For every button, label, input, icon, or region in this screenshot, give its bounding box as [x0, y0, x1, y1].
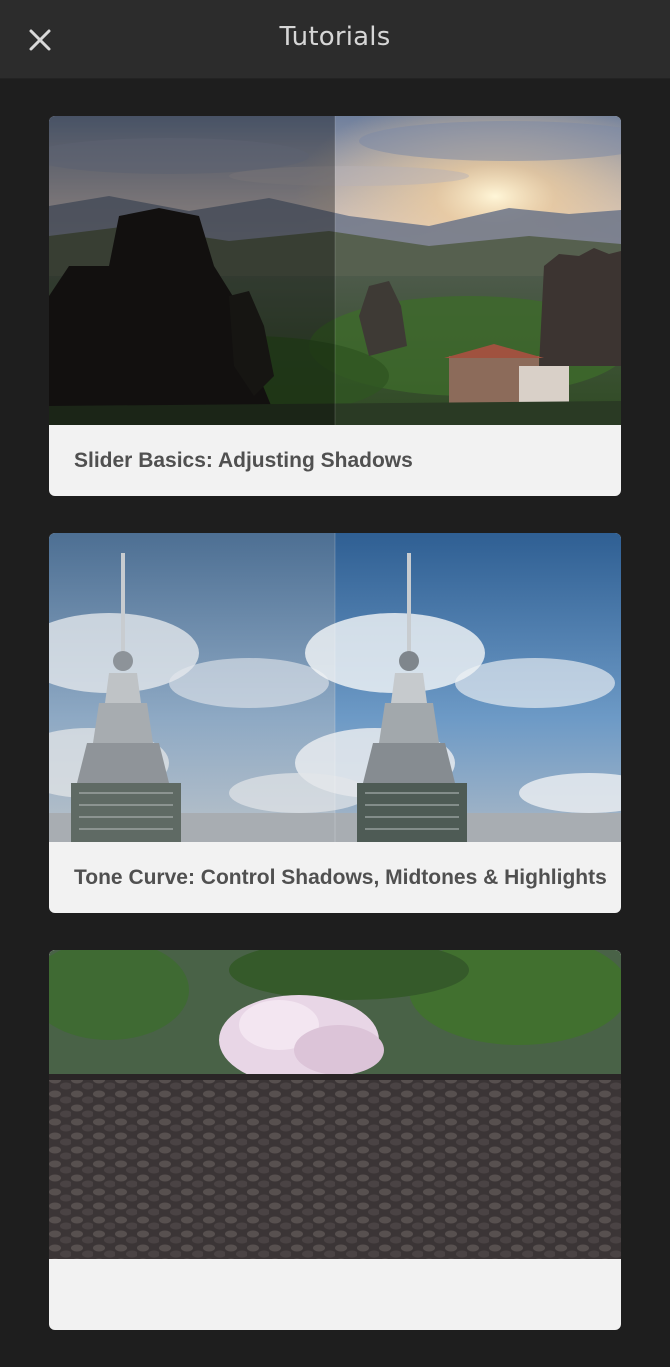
tutorial-title: Tone Curve: Control Shadows, Midtones & …	[74, 866, 607, 889]
tutorial-card[interactable]: Tone Curve: Control Shadows, Midtones & …	[49, 533, 621, 913]
tutorial-thumbnail	[49, 116, 621, 425]
top-bar: Tutorials	[0, 0, 670, 79]
tutorial-card[interactable]	[49, 950, 621, 1330]
page-title: Tutorials	[279, 22, 391, 52]
tutorial-title	[49, 1259, 621, 1330]
tutorial-card[interactable]: Slider Basics: Adjusting Shadows	[49, 116, 621, 496]
tutorial-thumbnail	[49, 950, 621, 1259]
tutorial-list: Slider Basics: Adjusting Shadows Tone Cu…	[49, 116, 621, 1367]
tutorial-title: Slider Basics: Adjusting Shadows	[74, 449, 413, 472]
tutorial-thumbnail	[49, 533, 621, 842]
